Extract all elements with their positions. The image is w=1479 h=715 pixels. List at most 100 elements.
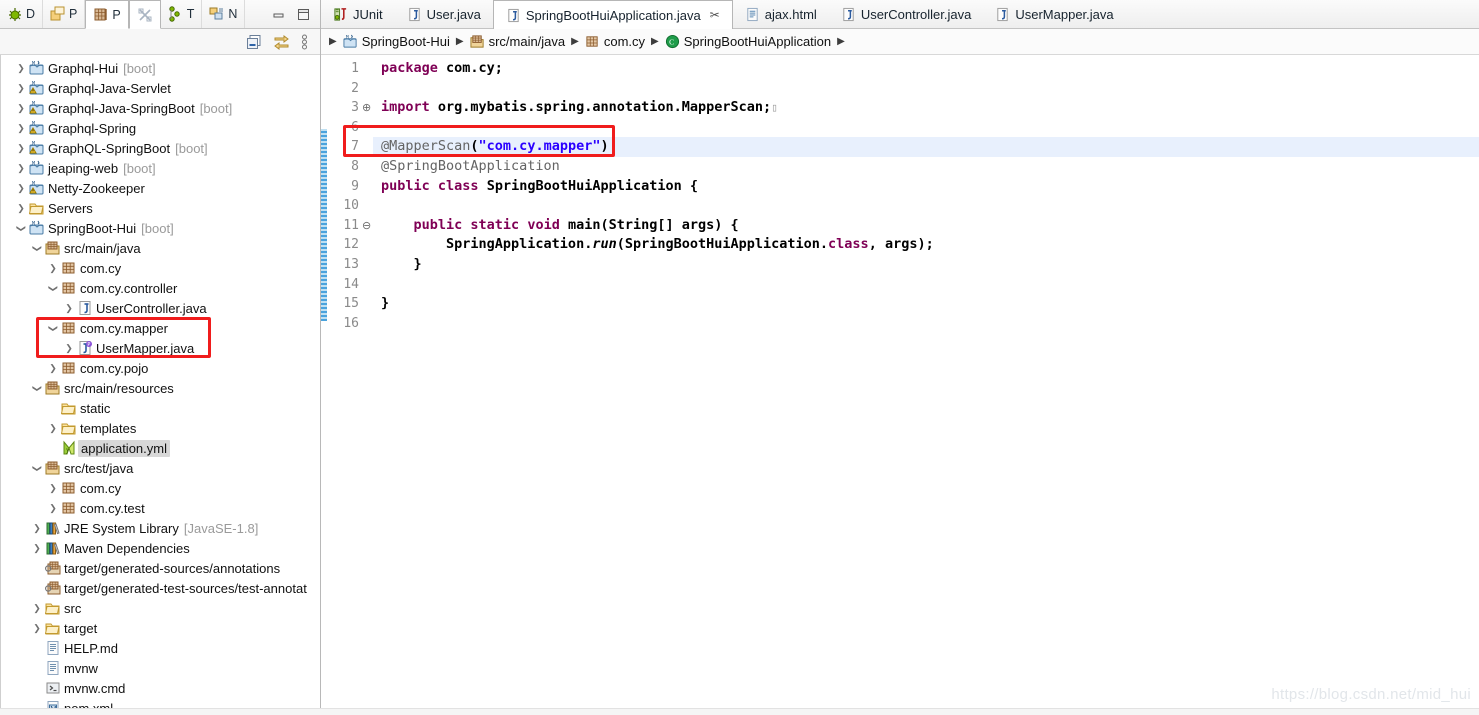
tree-item-target-generated-sources-annotations[interactable]: target/generated-sources/annotations	[0, 558, 320, 578]
editor-tab-usercontroller-java[interactable]: UserController.java	[829, 0, 984, 28]
code-line-12[interactable]: SpringApplication.run(SpringBootHuiAppli…	[373, 235, 1479, 255]
tree-item-static[interactable]: static	[0, 398, 320, 418]
chevron-right-icon[interactable]: ❯	[30, 623, 44, 633]
chevron-right-icon[interactable]: ❯	[46, 263, 60, 273]
chevron-right-icon[interactable]: ❯	[30, 603, 44, 613]
chevron-down-icon[interactable]: ❯	[17, 221, 27, 235]
chevron-right-icon[interactable]: ❯	[30, 523, 44, 533]
chevron-right-icon[interactable]: ❯	[46, 503, 60, 513]
tree-item-jeaping-web[interactable]: ❯ Mjeaping-web [boot]	[0, 158, 320, 178]
view-tab-t-4[interactable]: T	[161, 0, 203, 28]
chevron-right-icon[interactable]: ❯	[14, 163, 28, 173]
code-line-16[interactable]	[373, 314, 1479, 334]
fold-expand-icon[interactable]: ⊕	[362, 102, 372, 113]
tree-item-help-md[interactable]: HELP.md	[0, 638, 320, 658]
tree-item-com-cy-mapper[interactable]: ❯ com.cy.mapper	[0, 318, 320, 338]
tree-item-graphql-spring[interactable]: ❯ M Graphql-Spring	[0, 118, 320, 138]
tree-item-target-generated-test-sources-test-annotat[interactable]: target/generated-test-sources/test-annot…	[0, 578, 320, 598]
tree-item-templates[interactable]: ❯ templates	[0, 418, 320, 438]
chevron-right-icon[interactable]: ❯	[62, 303, 76, 313]
minimize-icon[interactable]	[272, 8, 285, 21]
view-tab-p-2[interactable]: P	[85, 0, 129, 29]
editor-tab-usermapper-java[interactable]: UserMapper.java	[983, 0, 1125, 28]
code-line-9[interactable]: public class SpringBootHuiApplication {	[373, 177, 1479, 197]
chevron-right-icon[interactable]: ❯	[14, 143, 28, 153]
chevron-right-icon[interactable]: ❯	[46, 423, 60, 433]
tree-item-graphql-hui[interactable]: ❯ M Graphql-Hui [boot]	[0, 58, 320, 78]
view-tab-n-5[interactable]: N	[202, 0, 246, 28]
code-line-2[interactable]	[373, 79, 1479, 99]
collapse-all-icon[interactable]	[246, 34, 262, 50]
chevron-right-icon[interactable]: ❯	[14, 103, 28, 113]
breadcrumb-item-springboot-hui[interactable]: M SpringBoot-Hui	[343, 34, 450, 49]
tree-item-graphql-springboot[interactable]: ❯ M GraphQL-SpringBoot [boot]	[0, 138, 320, 158]
code-line-11[interactable]: public static void main(String[] args) {	[373, 216, 1479, 236]
code-text[interactable]: package com.cy; import org.mybatis.sprin…	[373, 55, 1479, 715]
chevron-down-icon[interactable]: ❯	[49, 281, 59, 295]
breadcrumb-item-com-cy[interactable]: com.cy	[585, 34, 645, 49]
editor-tab-springboothuiapplication-java[interactable]: SpringBootHuiApplication.java ✂	[492, 0, 733, 29]
chevron-right-icon[interactable]: ❯	[14, 203, 28, 213]
editor-tab-junit[interactable]: JUnit	[321, 0, 395, 28]
maximize-icon[interactable]	[297, 8, 310, 21]
tree-item-com-cy-test[interactable]: ❯ com.cy.test	[0, 498, 320, 518]
tree-item-graphql-java-springboot[interactable]: ❯ M Graphql-Java-SpringBoot [boot]	[0, 98, 320, 118]
tree-item-usermapper-java[interactable]: ❯ P UserMapper.java	[0, 338, 320, 358]
link-with-editor-icon[interactable]	[273, 34, 290, 50]
breadcrumb[interactable]: ▶ M SpringBoot-Hui ▶ src/main/java ▶ com.cy ▶ C…	[321, 29, 1479, 55]
tree-item-netty-zookeeper[interactable]: ❯ M Netty-Zookeeper	[0, 178, 320, 198]
chevron-right-icon[interactable]: ❯	[62, 343, 76, 353]
editor-tab-ajax-html[interactable]: ajax.html	[733, 0, 829, 28]
code-line-13[interactable]: }	[373, 255, 1479, 275]
code-line-15[interactable]: }	[373, 294, 1479, 314]
tree-item-mvnw[interactable]: mvnw	[0, 658, 320, 678]
chevron-right-icon[interactable]: ❯	[14, 123, 28, 133]
chevron-down-icon[interactable]: ❯	[33, 381, 43, 395]
view-menu-icon[interactable]	[301, 34, 308, 50]
tree-item-com-cy-controller[interactable]: ❯ com.cy.controller	[0, 278, 320, 298]
code-line-1[interactable]: package com.cy;	[373, 59, 1479, 79]
tree-item-src-test-java[interactable]: ❯ src/test/java	[0, 458, 320, 478]
tree-item-servers[interactable]: ❯ Servers	[0, 198, 320, 218]
tree-item-src-main-java[interactable]: ❯ src/main/java	[0, 238, 320, 258]
chevron-right-icon[interactable]: ❯	[14, 63, 28, 73]
code-line-10[interactable]	[373, 196, 1479, 216]
tree-item-target[interactable]: ❯ target	[0, 618, 320, 638]
code-line-3[interactable]: import org.mybatis.spring.annotation.Map…	[373, 98, 1479, 118]
tree-item-application-yml[interactable]: y application.yml	[0, 438, 320, 458]
view-tab-d-0[interactable]: D	[0, 0, 44, 28]
fold-collapse-icon[interactable]: ⊖	[362, 220, 372, 231]
tree-item-usercontroller-java[interactable]: ❯ UserController.java	[0, 298, 320, 318]
tree-item-maven-dependencies[interactable]: ❯ Maven Dependencies	[0, 538, 320, 558]
chevron-right-icon[interactable]: ❯	[46, 483, 60, 493]
breadcrumb-item-springboothuiapplication[interactable]: C SpringBootHuiApplication	[665, 34, 831, 49]
tree-item-src[interactable]: ❯ src	[0, 598, 320, 618]
tree-item-springboot-hui[interactable]: ❯ M SpringBoot-Hui [boot]	[0, 218, 320, 238]
chevron-down-icon[interactable]: ❯	[33, 241, 43, 255]
editor-tab-user-java[interactable]: User.java	[395, 0, 493, 28]
tree-item-jre-system-library[interactable]: ❯ JRE System Library [JavaSE-1.8]	[0, 518, 320, 538]
close-icon[interactable]: ✂	[710, 8, 720, 22]
tree-item-com-cy[interactable]: ❯ com.cy	[0, 258, 320, 278]
code-editor[interactable]: 1 2 3 6 7 8 9 10 11 12 13 14 15 16 ⊕ ⊖ package com.cy;…	[321, 55, 1479, 715]
project-explorer-tree[interactable]: ❯ M Graphql-Hui [boot] ❯ M Graphql-Java-Servle…	[0, 55, 320, 715]
chevron-right-icon[interactable]: ❯	[30, 543, 44, 553]
tree-item-com-cy[interactable]: ❯ com.cy	[0, 478, 320, 498]
tree-item-com-cy-pojo[interactable]: ❯ com.cy.pojo	[0, 358, 320, 378]
code-line-8[interactable]: @SpringBootApplication	[373, 157, 1479, 177]
code-line-6[interactable]	[373, 118, 1479, 138]
view-tab-p-1[interactable]: P	[43, 0, 86, 28]
tree-item-graphql-java-servlet[interactable]: ❯ M Graphql-Java-Servlet	[0, 78, 320, 98]
chevron-right-icon[interactable]: ❯	[14, 183, 28, 193]
chevron-down-icon[interactable]: ❯	[33, 461, 43, 475]
tree-item-src-main-resources[interactable]: ❯ src/main/resources	[0, 378, 320, 398]
breadcrumb-item-src-main-java[interactable]: src/main/java	[470, 34, 565, 49]
view-tab-broken-link-icon[interactable]	[128, 0, 161, 29]
chevron-right-icon[interactable]: ❯	[14, 83, 28, 93]
folding-margin[interactable]: ⊕ ⊖	[361, 55, 373, 715]
code-line-14[interactable]	[373, 275, 1479, 295]
tree-item-mvnw-cmd[interactable]: mvnw.cmd	[0, 678, 320, 698]
code-line-7[interactable]: @MapperScan("com.cy.mapper")	[373, 137, 1479, 157]
chevron-right-icon[interactable]: ❯	[46, 363, 60, 373]
chevron-down-icon[interactable]: ❯	[49, 321, 59, 335]
